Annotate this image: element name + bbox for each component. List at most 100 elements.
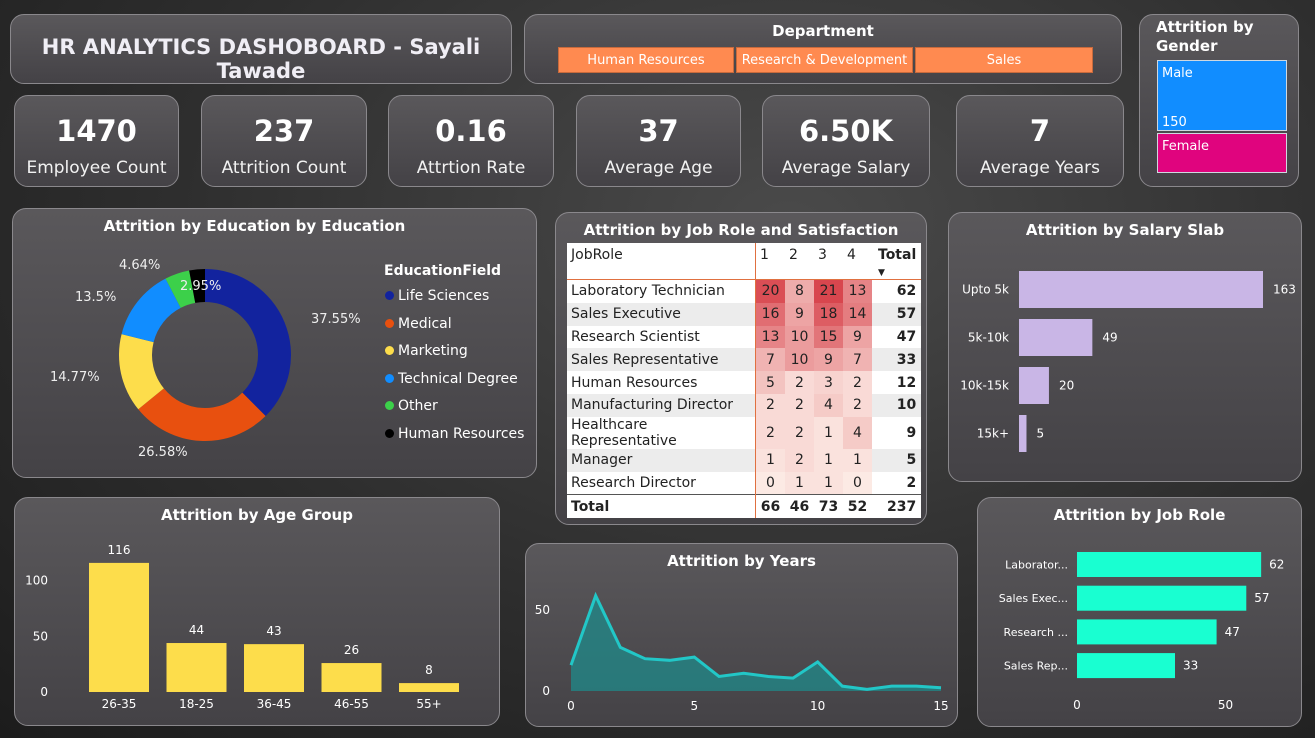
age-category-label: 46-55 <box>334 697 369 711</box>
legend-item[interactable]: Life Sciences <box>385 288 489 304</box>
matrix-row-label: Research Director <box>571 474 696 491</box>
legend-label: Life Sciences <box>398 288 490 304</box>
salary-bar[interactable] <box>1019 271 1263 308</box>
jobrole-bar[interactable] <box>1077 619 1217 645</box>
table-row[interactable]: Human Resources 5 2 3 2 12 <box>567 371 921 394</box>
table-row[interactable]: Manager 1 2 1 1 5 <box>567 448 922 472</box>
age-category-label: 18-25 <box>179 697 214 711</box>
matrix-cell: 1 <box>843 448 872 472</box>
years-xtick-label: 15 <box>933 699 948 713</box>
table-row[interactable]: Healthcare Representative 2 2 1 4 9 <box>567 416 921 449</box>
matrix-header-total[interactable]: Total ▼ <box>872 243 922 280</box>
department-option-human-resources[interactable]: Human Resources <box>558 47 734 73</box>
age-data-label: 26 <box>344 643 359 657</box>
legend-item[interactable]: Human Resources <box>385 426 524 442</box>
legend-dot-icon <box>385 318 394 328</box>
jobrole-category-label: Laborator... <box>1005 559 1068 572</box>
matrix-total-label: Total <box>567 494 756 519</box>
age-bar[interactable] <box>166 643 227 692</box>
years-chart-card: Attrition by Years 0 50 0 5 10 15 <box>525 543 958 727</box>
matrix-cell: 10 <box>785 348 814 372</box>
kpi-label: Attrition Count <box>221 158 347 178</box>
gender-female-tile[interactable]: Female <box>1157 133 1287 173</box>
salary-bar[interactable] <box>1019 367 1049 404</box>
matrix-cell: 2 <box>785 448 814 472</box>
table-row[interactable]: Laboratory Technician 20 8 21 13 62 <box>567 279 921 303</box>
age-bar[interactable] <box>89 562 149 692</box>
matrix-header-jobrole: JobRole <box>567 243 756 280</box>
age-group-chart: 0 50 100 116 26-35 44 18-25 43 36-45 26 46-55 8 55+ <box>25 543 459 711</box>
table-row[interactable]: Sales Executive 16 9 18 14 57 <box>567 302 922 326</box>
matrix-cell: 1 <box>814 416 843 449</box>
legend-label: Medical <box>398 315 452 332</box>
legend-label: Human Resources <box>398 426 525 442</box>
matrix-row-label: Research Scientist <box>571 328 700 345</box>
salary-category-label: 5k-10k <box>968 331 1009 345</box>
matrix-row-label: Manufacturing Director <box>567 393 756 417</box>
jobrole-data-label: 57 <box>1254 591 1269 605</box>
jobrole-bar[interactable] <box>1077 653 1176 679</box>
matrix-header-col: 2 <box>785 243 814 280</box>
matrix-cell: 2 <box>843 371 872 394</box>
years-xtick-label: 0 <box>567 699 575 713</box>
matrix-row-label: Sales Executive <box>567 302 756 326</box>
age-ytick-label: 100 <box>25 574 48 588</box>
matrix-total-row: Total 66 46 73 52 237 <box>567 494 922 519</box>
kpi-employee-count: 1470 Employee Count <box>14 95 179 187</box>
matrix-cell: 2 <box>785 393 814 417</box>
age-bar[interactable] <box>399 683 459 692</box>
matrix-cell: 4 <box>814 393 843 417</box>
legend-item[interactable]: Marketing <box>385 343 468 359</box>
matrix-cell: 9 <box>843 325 872 349</box>
kpi-average-age: 37 Average Age <box>576 95 741 187</box>
jobrole-category-label: Research ... <box>1004 626 1068 639</box>
kpi-label: Attrtion Rate <box>416 158 526 178</box>
years-area-fill <box>571 595 941 691</box>
matrix-grand-total: 237 <box>872 494 922 519</box>
table-row[interactable]: Manufacturing Director 2 2 4 2 10 <box>567 393 922 417</box>
matrix-cell: 18 <box>814 302 843 326</box>
education-donut-chart: 37.55% 26.58% 14.77% 13.5% 4.64% 2.95% <box>50 258 361 460</box>
gender-male-tile[interactable]: Male 150 <box>1157 60 1287 131</box>
matrix-cell: 20 <box>755 279 785 303</box>
table-row[interactable]: Sales Representative 7 10 9 7 33 <box>567 348 922 372</box>
table-row[interactable]: Research Scientist 13 10 15 9 47 <box>567 325 921 349</box>
matrix-cell: 21 <box>814 279 843 303</box>
legend-item[interactable]: Technical Degree <box>385 371 518 387</box>
matrix-header-total-label: Total <box>878 247 917 263</box>
jobrole-category-label: Sales Rep... <box>1004 660 1068 673</box>
matrix-column-total: 73 <box>814 494 843 519</box>
salary-data-label: 49 <box>1102 331 1117 345</box>
age-bar[interactable] <box>321 663 382 692</box>
kpi-label: Average Salary <box>781 158 911 178</box>
matrix-cell: 1 <box>755 448 785 472</box>
kpi-label: Average Years <box>979 158 1101 178</box>
age-data-label: 116 <box>108 543 131 557</box>
matrix-row-total: 5 <box>872 448 922 472</box>
gender-male-label: Male <box>1162 66 1193 81</box>
matrix-row-label: Laboratory Technician <box>571 283 725 300</box>
age-bar[interactable] <box>244 644 304 692</box>
matrix-column-total: 46 <box>785 494 814 519</box>
jobrole-chart-card: Attrition by Job Role Laborator... 62 Sale… <box>977 497 1302 727</box>
jobrole-bar[interactable] <box>1077 552 1262 577</box>
salary-bar[interactable] <box>1019 319 1093 356</box>
jobrole-data-label: 47 <box>1225 625 1240 639</box>
salary-bar[interactable] <box>1019 415 1027 452</box>
matrix-cell: 16 <box>755 302 785 326</box>
donut-data-label: 26.58% <box>138 445 188 460</box>
jobrole-category-label: Sales Exec... <box>999 592 1068 605</box>
matrix-row-label: Sales Representative <box>567 348 756 372</box>
legend-item[interactable]: Other <box>385 398 438 414</box>
matrix-cell: 9 <box>785 302 814 326</box>
kpi-value: 6.50K <box>798 114 894 148</box>
matrix-row-label: Manager <box>567 448 756 472</box>
jobrole-bar[interactable] <box>1077 585 1247 611</box>
department-option-research-development[interactable]: Research & Development <box>736 47 913 73</box>
kpi-attrition-rate: 0.16 Attrtion Rate <box>388 95 554 187</box>
matrix-row-total: 47 <box>896 328 917 345</box>
legend-item[interactable]: Medical <box>385 316 452 332</box>
department-option-sales[interactable]: Sales <box>915 47 1093 73</box>
table-row[interactable]: Research Director 0 1 1 0 2 <box>567 471 921 495</box>
matrix-cell: 2 <box>755 393 785 417</box>
